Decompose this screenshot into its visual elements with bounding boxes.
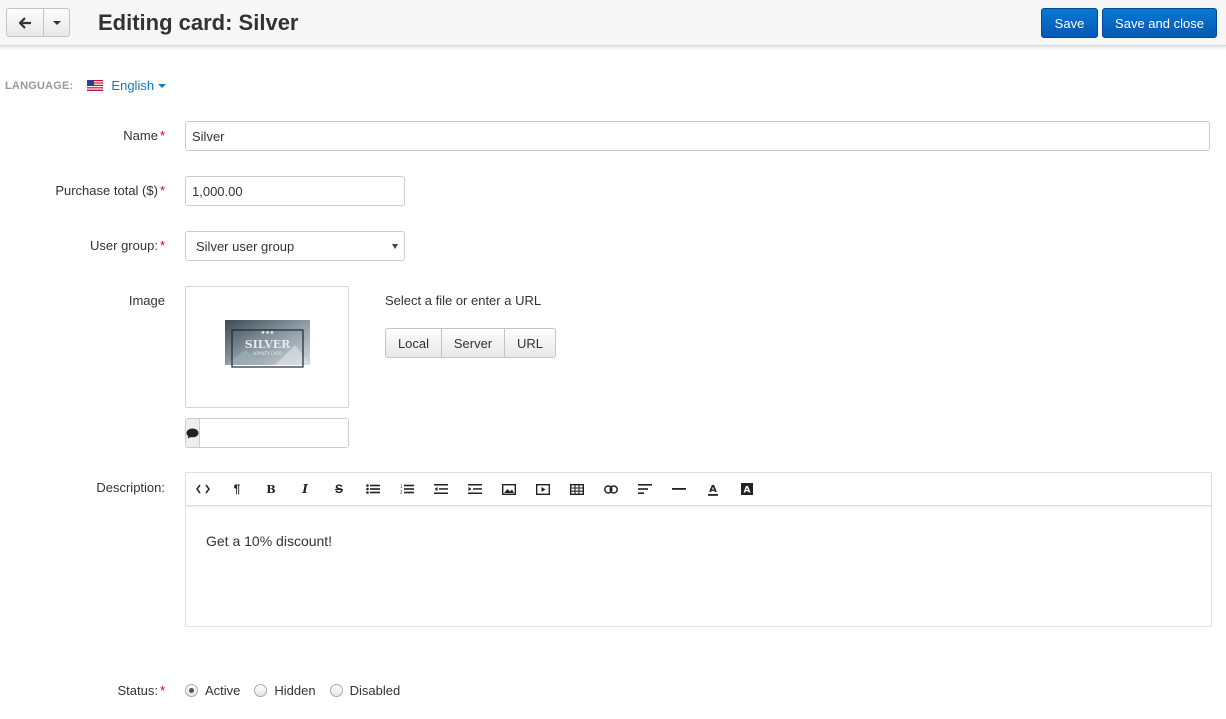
radio-disabled[interactable] (329, 684, 343, 697)
back-button[interactable] (6, 8, 44, 37)
name-label: Name * (123, 128, 165, 143)
comment-icon (186, 419, 200, 447)
status-label: Status: * (117, 683, 165, 698)
description-label: Description: (96, 480, 165, 495)
bold-icon[interactable]: B (254, 473, 288, 506)
unordered-list-icon[interactable] (356, 473, 390, 506)
outdent-icon[interactable] (424, 473, 458, 506)
language-current: English (111, 78, 155, 93)
image-source-buttons: Local Server URL (385, 328, 556, 358)
required-marker: * (159, 183, 165, 198)
radio-hidden[interactable] (254, 684, 268, 697)
history-dropdown-button[interactable] (44, 8, 70, 37)
top-toolbar: Editing card: Silver Save Save and close (0, 0, 1226, 46)
user-group-select[interactable]: Silver user group (185, 231, 405, 261)
user-group-value: Silver user group (196, 238, 295, 254)
caret-down-icon (52, 20, 61, 25)
svg-text:A: A (709, 484, 717, 495)
svg-text:A: A (744, 486, 751, 496)
select-arrow-icon (392, 244, 398, 249)
status-hidden-option[interactable]: Hidden (254, 683, 316, 698)
status-radio-group: Active Hidden Disabled (185, 683, 414, 698)
italic-icon[interactable]: I (288, 473, 322, 506)
us-flag-icon (87, 80, 104, 91)
save-and-close-button[interactable]: Save and close (1102, 8, 1217, 38)
language-label: LANGUAGE: (5, 79, 74, 92)
svg-text:★★★: ★★★ (261, 330, 275, 336)
purchase-total-input[interactable] (185, 176, 405, 206)
editor-toolbar: ¶ B I S 12 A A (186, 473, 1211, 506)
save-button[interactable]: Save (1041, 8, 1098, 38)
strikethrough-icon[interactable]: S (322, 473, 356, 506)
indent-icon[interactable] (458, 473, 492, 506)
language-dropdown[interactable]: English (111, 78, 167, 93)
image-alt-input[interactable] (200, 419, 348, 447)
svg-text:2: 2 (400, 490, 403, 495)
alignment-icon[interactable] (628, 473, 662, 506)
thumb-subtitle: LOYALTY CARD (253, 351, 282, 356)
horizontal-rule-icon[interactable] (662, 473, 696, 506)
svg-text:1: 1 (400, 484, 403, 489)
ordered-list-icon[interactable]: 12 (390, 473, 424, 506)
server-source-button[interactable]: Server (442, 328, 505, 358)
image-label: Image (128, 293, 165, 308)
image-preview[interactable]: ★★★ SILVER LOYALTY CARD (185, 286, 349, 408)
local-source-button[interactable]: Local (385, 328, 442, 358)
radio-active[interactable] (185, 684, 198, 697)
html-code-icon[interactable] (186, 473, 220, 506)
required-marker: * (159, 128, 165, 143)
language-selector-row: LANGUAGE: English (5, 78, 167, 93)
page-title: Editing card: Silver (98, 10, 299, 35)
silver-card-thumbnail: ★★★ SILVER LOYALTY CARD (225, 320, 310, 368)
description-editor: ¶ B I S 12 A A Get a 10% discount! (185, 472, 1212, 627)
thumb-title: SILVER (245, 338, 291, 351)
arrow-left-icon (18, 16, 31, 29)
nav-button-group (6, 8, 70, 37)
paragraph-icon[interactable]: ¶ (220, 473, 254, 506)
status-disabled-option[interactable]: Disabled (329, 683, 400, 698)
file-select-hint: Select a file or enter a URL (385, 293, 542, 308)
image-alt-field (185, 418, 349, 448)
description-content[interactable]: Get a 10% discount! (186, 506, 1211, 576)
insert-table-icon[interactable] (560, 473, 594, 506)
name-input[interactable] (185, 121, 1210, 151)
user-group-label: User group: * (90, 238, 165, 253)
required-marker: * (159, 238, 165, 253)
url-source-button[interactable]: URL (505, 328, 556, 358)
caret-down-icon (158, 83, 167, 88)
link-icon[interactable] (594, 473, 628, 506)
status-active-option[interactable]: Active (185, 683, 240, 698)
purchase-total-label: Purchase total ($) * (55, 183, 165, 198)
background-color-icon[interactable]: A (730, 473, 764, 506)
insert-video-icon[interactable] (526, 473, 560, 506)
font-color-icon[interactable]: A (696, 473, 730, 506)
required-marker: * (159, 683, 165, 698)
insert-image-icon[interactable] (492, 473, 526, 506)
